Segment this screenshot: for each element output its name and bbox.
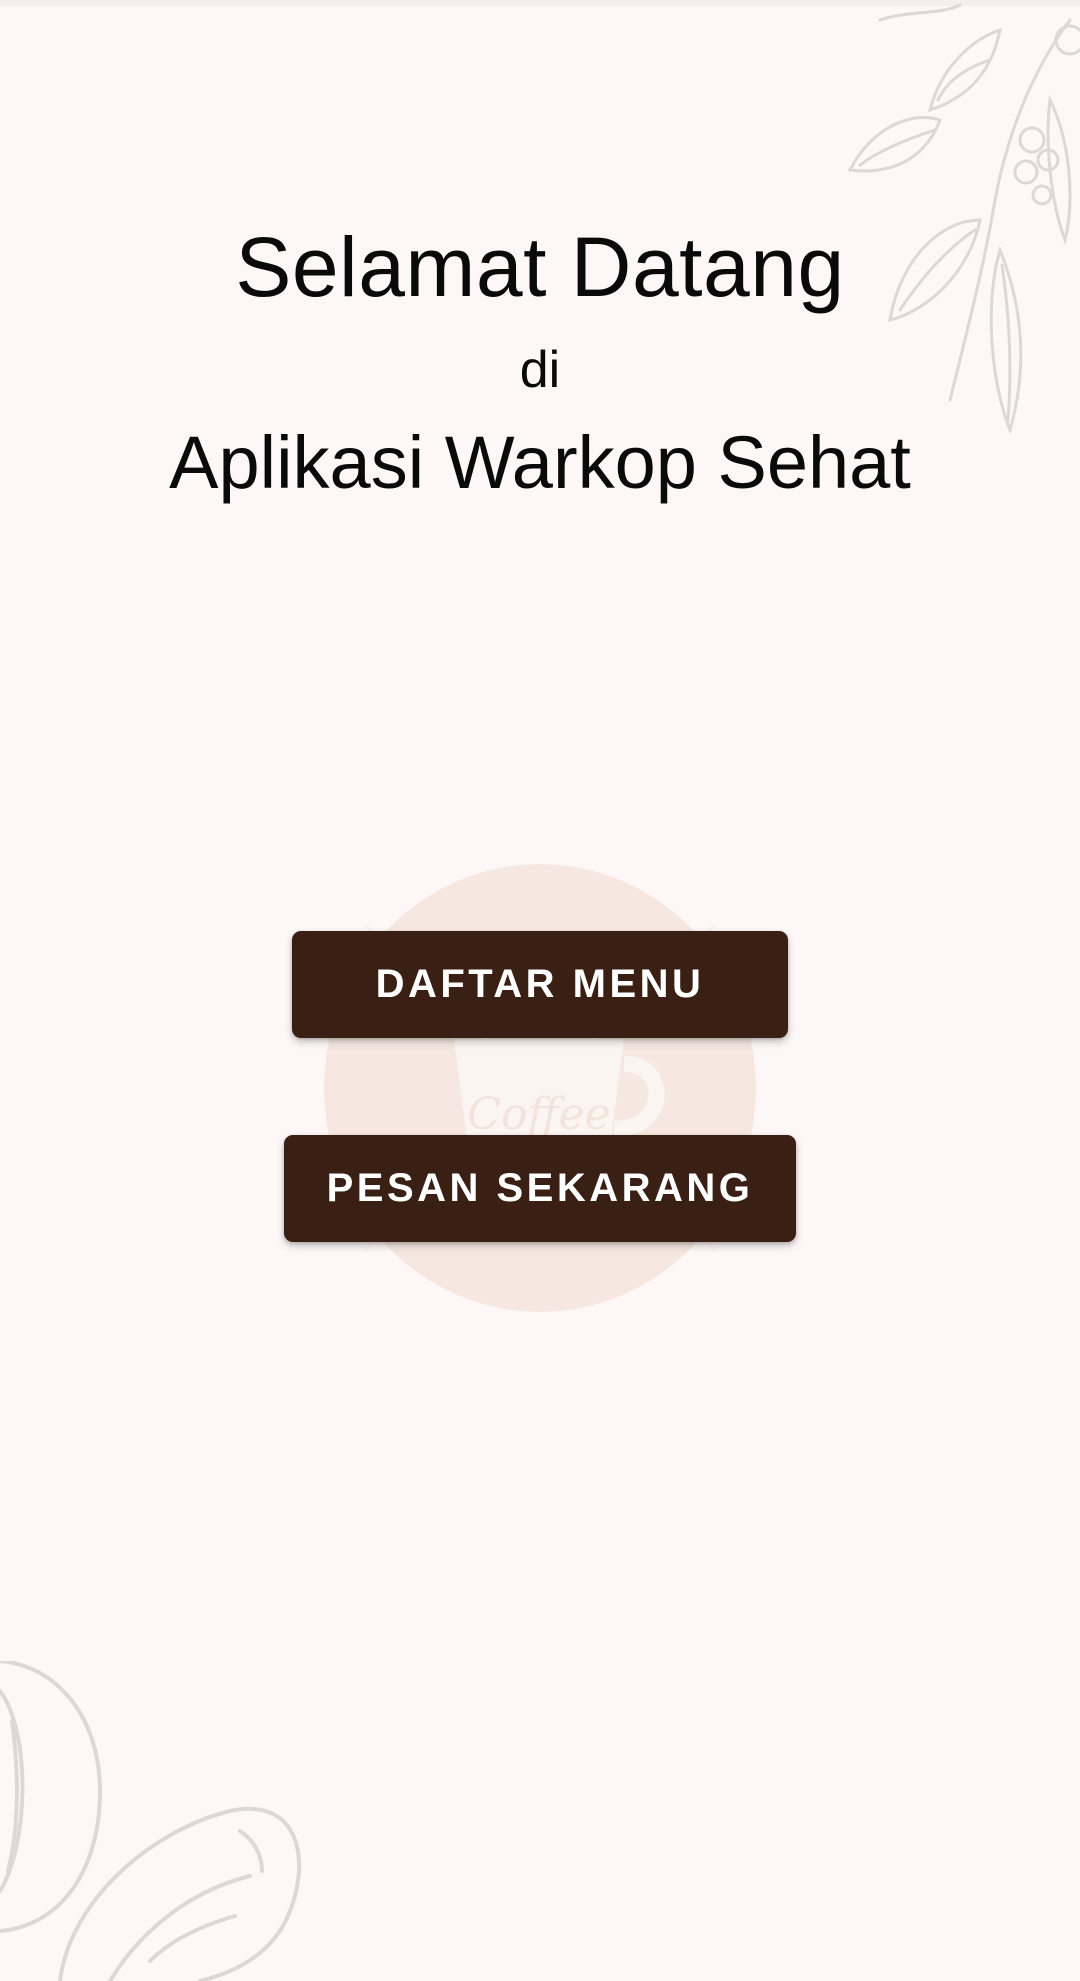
app-name-heading: Aplikasi Warkop Sehat <box>169 421 911 504</box>
coffee-beans-sketch-icon <box>0 1661 302 1981</box>
pesan-sekarang-label: PESAN SEKARANG <box>326 1166 754 1210</box>
welcome-title: Selamat Datang di Aplikasi Warkop Sehat <box>0 212 1080 512</box>
pesan-sekarang-button[interactable]: PESAN SEKARANG <box>284 1135 796 1242</box>
svg-text:Coffee: Coffee <box>467 1089 610 1140</box>
daftar-menu-button[interactable]: DAFTAR MENU <box>292 931 788 1038</box>
daftar-menu-label: DAFTAR MENU <box>375 962 705 1006</box>
status-bar-edge <box>0 0 1080 6</box>
welcome-connector: di <box>519 341 561 399</box>
welcome-heading: Selamat Datang <box>235 220 845 314</box>
